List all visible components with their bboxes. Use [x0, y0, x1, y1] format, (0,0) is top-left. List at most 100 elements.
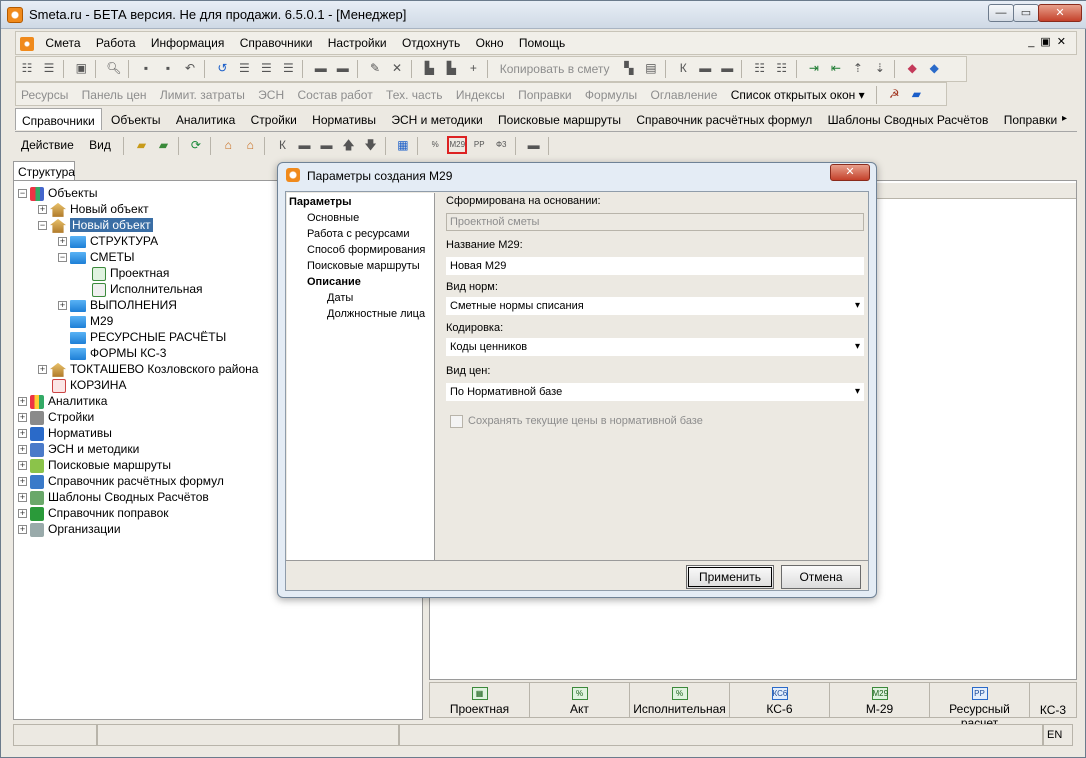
doctab-executive[interactable]: % Исполнительная — [630, 683, 730, 717]
search-icon[interactable]: 🔍︎ — [104, 59, 124, 77]
btn-indexes[interactable]: Индексы — [451, 83, 510, 102]
tab-formulas[interactable]: Справочник расчётных формул — [630, 108, 818, 130]
price-type-select[interactable]: По Нормативной базе — [446, 383, 864, 401]
grey-b-icon[interactable]: ▬ — [317, 136, 337, 154]
tree-node-performance[interactable]: + ВЫПОЛНЕНИЯ — [58, 297, 177, 313]
btn-corrections[interactable]: Поправки — [513, 83, 576, 102]
save-icon[interactable]: ▪ — [136, 59, 156, 77]
tree-node-templates[interactable]: + Шаблоны Сводных Расчётов — [18, 489, 209, 505]
folder-tree-icon[interactable]: ▰ — [154, 136, 174, 154]
nav-basic[interactable]: Основные — [307, 212, 359, 224]
code-icon[interactable]: К — [273, 136, 293, 154]
apply-button[interactable]: Применить — [686, 565, 774, 589]
delete-icon[interactable]: ✕ — [387, 59, 407, 77]
nav-method[interactable]: Способ формирования — [307, 244, 425, 256]
tab-templates[interactable]: Шаблоны Сводных Расчётов — [822, 108, 995, 130]
nav-params[interactable]: Параметры — [289, 196, 351, 208]
menu-settings[interactable]: Настройки — [322, 32, 393, 50]
btn-limit-costs[interactable]: Лимит. затраты — [155, 83, 250, 102]
book-icon[interactable]: ◆ — [902, 59, 922, 77]
open-windows-dropdown[interactable]: Список открытых окон ▾ — [726, 83, 870, 102]
mdi-controls[interactable]: _▣✕ — [1028, 35, 1072, 48]
tree-node-resource-calc[interactable]: РЕСУРСНЫЕ РАСЧЁТЫ — [70, 329, 226, 345]
menu-view[interactable]: Вид — [83, 134, 117, 152]
print-icon[interactable]: ▪ — [158, 59, 178, 77]
btn-esn[interactable]: ЭСН — [253, 83, 289, 102]
undo-cancel-icon[interactable]: ↺ — [212, 59, 232, 77]
outdent-icon[interactable]: ⇤ — [826, 59, 846, 77]
level-icon[interactable]: ☷ — [750, 59, 770, 77]
menu-info[interactable]: Информация — [145, 32, 230, 50]
objects-icon[interactable]: ⌂ — [240, 136, 260, 154]
outline3-icon[interactable]: ☰ — [278, 59, 298, 77]
grey-a-icon[interactable]: ▬ — [295, 136, 315, 154]
tab-scroll-icon[interactable]: ▸ — [1056, 108, 1073, 130]
tree-node-constructions[interactable]: + Стройки — [18, 409, 94, 425]
refresh-icon[interactable]: ⟳ — [186, 136, 206, 154]
tree-node-ks3-forms[interactable]: ФОРМЫ КС-3 — [70, 345, 166, 361]
tab-esn[interactable]: ЭСН и методики — [385, 108, 488, 130]
maximize-button[interactable]: ▭ — [1013, 4, 1039, 22]
tab-analytics[interactable]: Аналитика — [170, 108, 241, 130]
act-icon[interactable]: % — [425, 136, 445, 154]
btn-resources[interactable]: Ресурсы — [16, 83, 73, 102]
down-icon[interactable]: ⇣ — [870, 59, 890, 77]
edit-icon[interactable]: ✎ — [365, 59, 385, 77]
keep-prices-checkbox[interactable] — [450, 415, 463, 428]
nav-dates[interactable]: Даты — [327, 292, 353, 304]
rr-icon[interactable]: РР — [469, 136, 489, 154]
tree-node-analytics[interactable]: + Аналитика — [18, 393, 107, 409]
paste-icon[interactable]: ▤ — [641, 59, 661, 77]
code-icon[interactable]: К — [673, 59, 693, 77]
doctab-act[interactable]: % Акт — [530, 683, 630, 717]
doctab-ks6[interactable]: КС6 КС-6 — [730, 683, 830, 717]
tab-references[interactable]: Справочники — [15, 108, 102, 130]
doctab-resource[interactable]: РР Ресурсный расчет — [930, 683, 1030, 730]
nav-resources[interactable]: Работа с ресурсами — [307, 228, 409, 240]
btn-tech-part[interactable]: Тех. часть — [381, 83, 447, 102]
hammer-icon[interactable]: ☭ — [884, 85, 904, 103]
btn-contents[interactable]: Оглавление — [645, 83, 722, 102]
tree-node-m29[interactable]: М29 — [70, 313, 113, 329]
dialog-close-button[interactable]: ✕ — [830, 164, 870, 181]
up-icon[interactable]: ⇡ — [848, 59, 868, 77]
menu-window[interactable]: Окно — [470, 32, 510, 50]
tree-node-objects[interactable]: − Объекты — [18, 185, 98, 201]
nav-description[interactable]: Описание — [307, 276, 361, 288]
grey1-icon[interactable]: ▬ — [695, 59, 715, 77]
m29-icon[interactable]: М29 — [447, 136, 468, 154]
undo-icon[interactable]: ↶ — [180, 59, 200, 77]
tab-structure[interactable]: Структура — [13, 161, 75, 181]
arrow-up-icon[interactable]: 🡅 — [339, 136, 359, 154]
tree-node-executive[interactable]: Исполнительная — [92, 281, 203, 297]
tree-node-formulas[interactable]: + Справочник расчётных формул — [18, 473, 224, 489]
doctab-design[interactable]: ▦ Проектная — [430, 683, 530, 717]
book2-icon[interactable]: ◆ — [924, 59, 944, 77]
insert-icon[interactable]: ▙ — [419, 59, 439, 77]
grey-c-icon[interactable]: ▬ — [524, 136, 544, 154]
tree-node-new-object-1[interactable]: + Новый объект — [38, 201, 149, 217]
encoding-select[interactable]: Коды ценников — [446, 338, 864, 356]
add-icon[interactable]: + — [463, 59, 483, 77]
list-icon[interactable]: ☰ — [39, 59, 59, 77]
arrow-down-icon[interactable]: 🡇 — [361, 136, 381, 154]
tree-node-toktashevo[interactable]: + ТОКТАШЕВО Козловского района — [38, 361, 258, 377]
tree-node-organizations[interactable]: + Организации — [18, 521, 121, 537]
nav-routes[interactable]: Поисковые маршруты — [307, 260, 420, 272]
tree-node-normatives[interactable]: + Нормативы — [18, 425, 112, 441]
estimate-icon[interactable]: ▦ — [393, 136, 413, 154]
norm-type-select[interactable]: Сметные нормы списания — [446, 297, 864, 315]
close-button[interactable]: ✕ — [1038, 4, 1082, 22]
menu-rest[interactable]: Отдохнуть — [396, 32, 466, 50]
tree-node-design[interactable]: Проектная — [92, 265, 169, 281]
folder-up-icon[interactable]: ▰ — [132, 136, 152, 154]
btn-price-panel[interactable]: Панель цен — [77, 83, 152, 102]
tab-corrections[interactable]: Поправки — [998, 108, 1063, 130]
insert2-icon[interactable]: ▙ — [441, 59, 461, 77]
doctab-ks3[interactable]: КС-3 — [1030, 683, 1076, 717]
new-object-icon[interactable]: ⌂ — [218, 136, 238, 154]
tree-node-corrections[interactable]: + Справочник поправок — [18, 505, 169, 521]
cut-icon[interactable]: ▬ — [311, 59, 331, 77]
tab-normatives[interactable]: Нормативы — [306, 108, 382, 130]
outline-icon[interactable]: ☰ — [234, 59, 254, 77]
